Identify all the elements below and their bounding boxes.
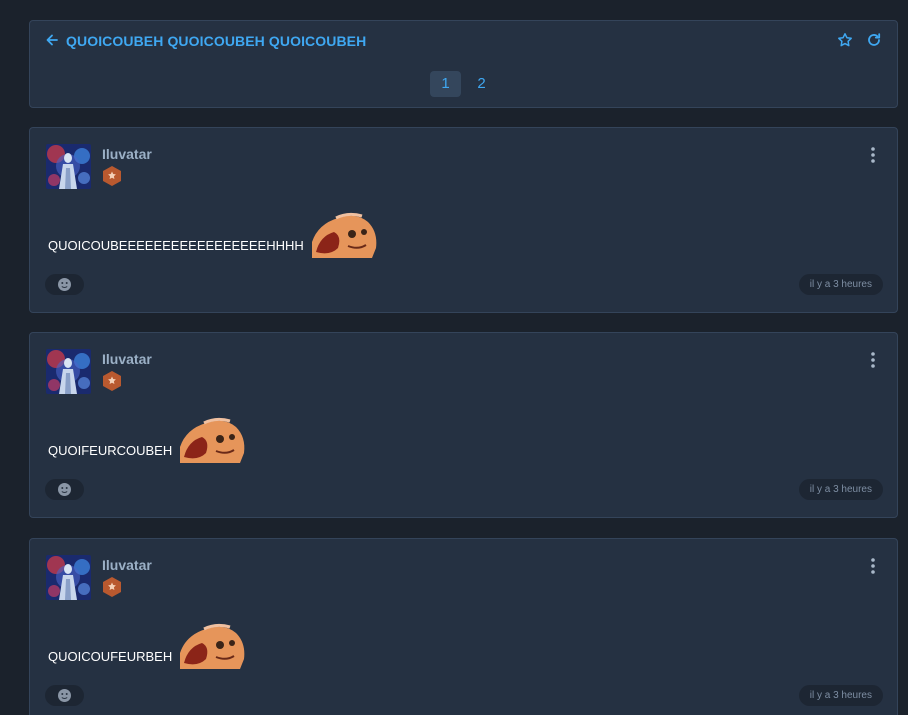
reaction-button[interactable]: [45, 479, 84, 500]
post-content: QUOICOUBEEEEEEEEEEEEEEEEEHHHH: [48, 208, 378, 258]
post-timestamp[interactable]: il y a 3 heures: [798, 274, 883, 295]
rank-badge-icon: [103, 166, 121, 186]
topic-header: QUOICOUBEH QUOICOUBEH QUOICOUBEH 1 2: [29, 20, 898, 108]
pagination-page-1[interactable]: 1: [430, 71, 461, 97]
sticker-image: [311, 212, 377, 258]
emoji-icon: [58, 278, 71, 291]
emoji-icon: [58, 689, 71, 702]
username[interactable]: Iluvatar: [102, 351, 152, 367]
rank-badge-icon: [103, 577, 121, 597]
pagination-page-2[interactable]: 2: [466, 71, 497, 97]
username[interactable]: Iluvatar: [102, 146, 152, 162]
emoji-icon: [58, 483, 71, 496]
avatar[interactable]: [46, 349, 91, 394]
post-text: QUOICOUFEURBEH: [48, 649, 173, 664]
post-content: QUOICOUFEURBEH: [48, 619, 246, 669]
post: Iluvatar QUOIFEURCOUBEH il y a 3 heures: [29, 332, 898, 518]
rank-badge-icon: [103, 371, 121, 391]
avatar[interactable]: [46, 144, 91, 189]
more-vertical-icon[interactable]: [866, 351, 880, 369]
reaction-button[interactable]: [45, 685, 84, 706]
post: Iluvatar QUOICOUFEURBEH il y a 3 heures: [29, 538, 898, 715]
avatar[interactable]: [46, 555, 91, 600]
post-content: QUOIFEURCOUBEH: [48, 413, 246, 463]
username[interactable]: Iluvatar: [102, 557, 152, 573]
post-timestamp[interactable]: il y a 3 heures: [798, 479, 883, 500]
post-timestamp[interactable]: il y a 3 heures: [798, 685, 883, 706]
post-text: QUOIFEURCOUBEH: [48, 443, 173, 458]
post-text: QUOICOUBEEEEEEEEEEEEEEEEEHHHH: [48, 238, 304, 253]
refresh-icon[interactable]: [866, 32, 882, 48]
page: QUOICOUBEH QUOICOUBEH QUOICOUBEH 1 2 Ilu…: [0, 0, 908, 715]
more-vertical-icon[interactable]: [866, 557, 880, 575]
sticker-image: [180, 417, 245, 463]
topic-title[interactable]: QUOICOUBEH QUOICOUBEH QUOICOUBEH: [66, 33, 366, 49]
star-icon[interactable]: [837, 32, 853, 48]
more-vertical-icon[interactable]: [866, 146, 880, 164]
sticker-image: [180, 623, 245, 669]
post: Iluvatar QUOICOUBEEEEEEEEEEEEEEEEEHHHH i…: [29, 127, 898, 313]
reaction-button[interactable]: [45, 274, 84, 295]
arrow-left-icon[interactable]: [45, 33, 59, 47]
